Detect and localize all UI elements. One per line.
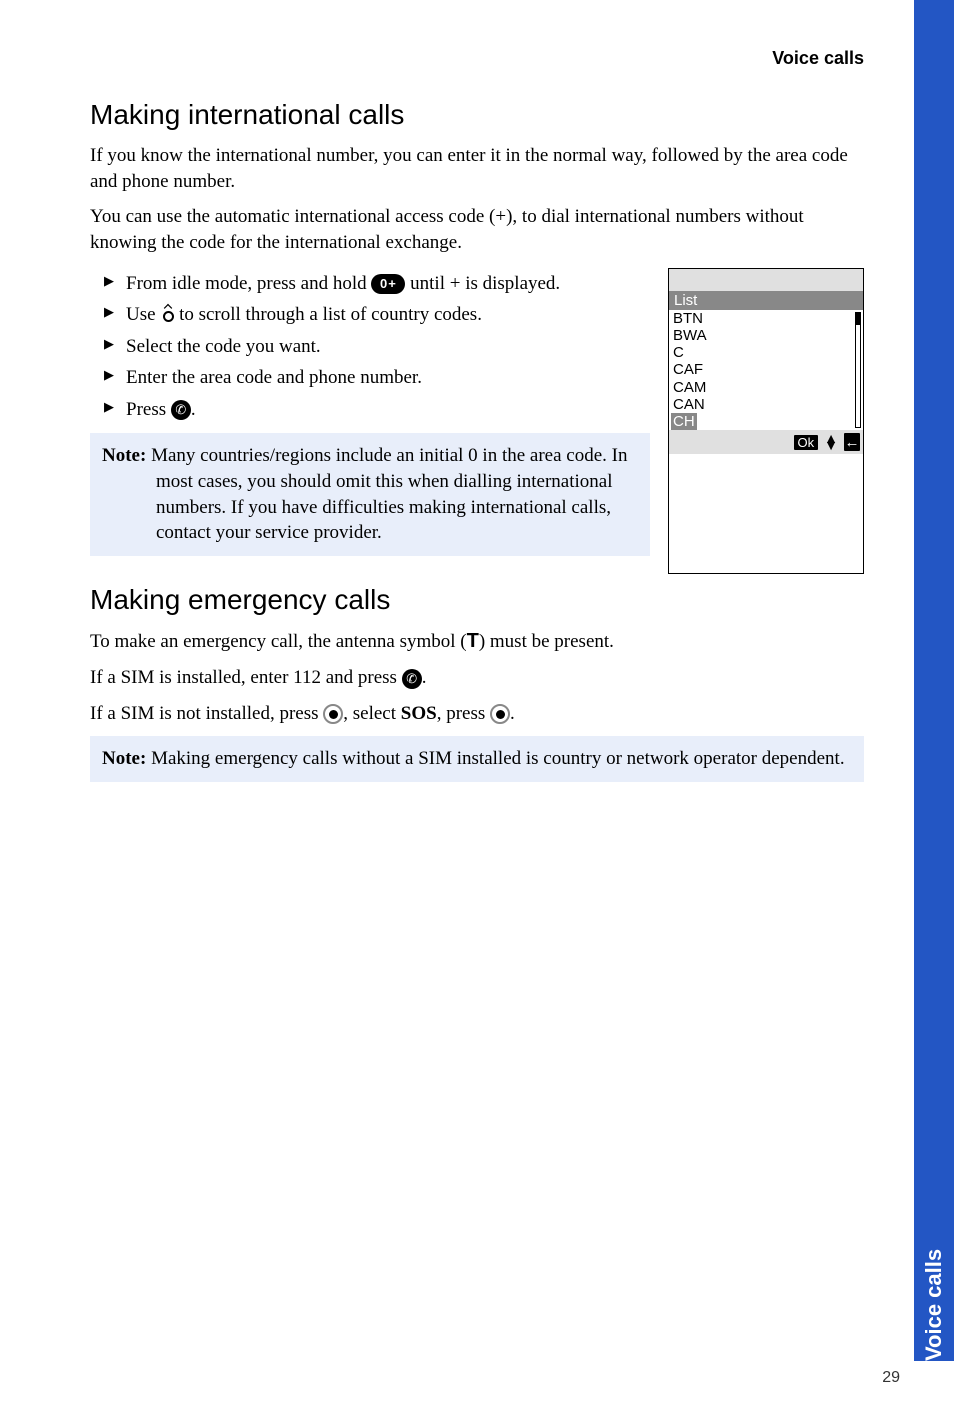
note-intl: Note: Many countries/regions include an … [90,433,650,556]
step-3: Select the code you want. [104,333,650,361]
header-section-label: Voice calls [90,48,864,69]
note-label: Note: [102,748,151,769]
phone-updown-icon: ▲▼ [824,435,838,450]
sos-label: SOS [401,703,437,724]
phone-list-title: List [669,291,863,310]
phone-list-item: C [673,344,855,361]
step-1: From idle mode, press and hold 0+ until … [104,270,650,298]
para-em-2: If a SIM is installed, enter 112 and pre… [90,665,864,691]
heading-international: Making international calls [90,99,864,131]
note-em-text: Making emergency calls without a SIM ins… [151,748,845,769]
phone-list-item: CAF [673,361,855,378]
phone-list-item: CAM [673,379,855,396]
zero-plus-key-icon: 0+ [371,274,405,294]
phone-softkey-bar: Ok ▲▼ ← [669,430,863,454]
step-5: Press ✆. [104,396,650,424]
call-key-icon: ✆ [402,669,422,689]
phone-list: BTN BWA C CAF CAM CAN CH [669,310,863,431]
phone-screen-illustration: List BTN BWA C CAF CAM CAN CH Ok ▲▼ ← [668,268,864,574]
note-intl-text: Many countries/regions include an initia… [151,445,627,543]
para-em-1: To make an emergency call, the antenna s… [90,628,864,655]
side-accent-bar [914,0,954,1061]
phone-list-item: CAN [673,396,855,413]
phone-back-softkey: ← [844,433,860,451]
page-content: Voice calls Making international calls I… [0,0,954,782]
note-label: Note: [102,445,151,466]
scroll-key-icon [160,305,174,327]
phone-list-item-selected: CH [673,413,855,430]
phone-statusbar [669,269,863,291]
antenna-icon: T [467,630,479,652]
select-key-icon [490,704,510,724]
select-key-icon [323,704,343,724]
side-tab: Voice calls [914,1061,954,1361]
heading-emergency: Making emergency calls [90,584,864,616]
step-4: Enter the area code and phone number. [104,364,650,392]
phone-list-item: BWA [673,327,855,344]
side-tab-label: Voice calls [921,1249,947,1361]
phone-ok-softkey: Ok [794,435,819,450]
step-2: Use to scroll through a list of country … [104,301,650,329]
para-intl-1: If you know the international number, yo… [90,143,864,194]
page-number: 29 [882,1369,900,1387]
phone-scrollbar [855,312,861,429]
call-key-icon: ✆ [171,400,191,420]
phone-list-item: BTN [673,310,855,327]
note-emergency: Note: Making emergency calls without a S… [90,736,864,782]
intl-steps-list: From idle mode, press and hold 0+ until … [104,270,650,424]
para-em-3: If a SIM is not installed, press , selec… [90,701,864,727]
para-intl-2: You can use the automatic international … [90,204,864,255]
